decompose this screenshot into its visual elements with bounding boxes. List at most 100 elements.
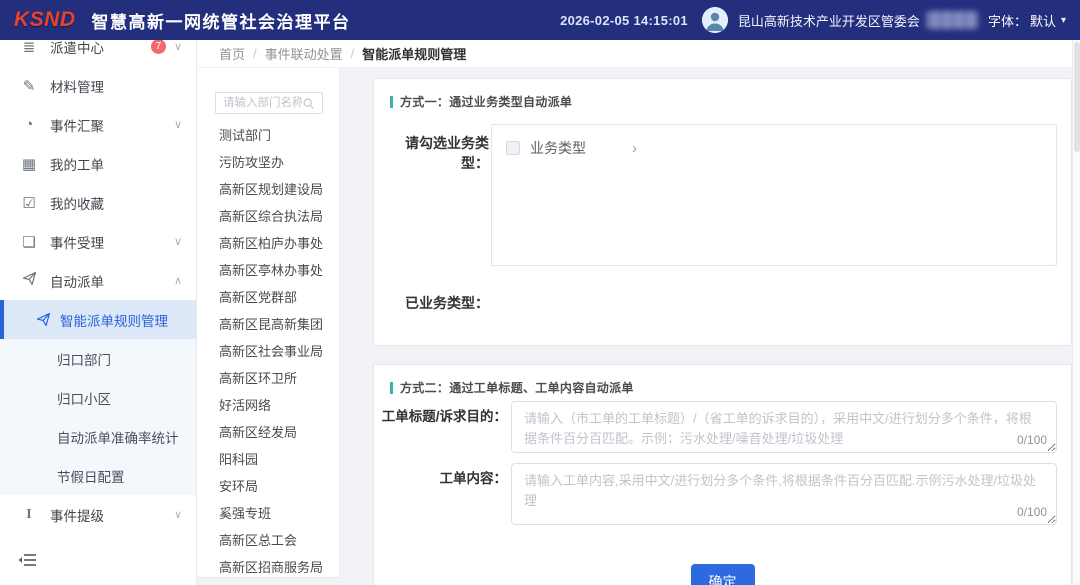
department-item[interactable]: 高新区党群部 [197,284,339,311]
sidebar: ≣ 派遣中心 7 ∨ ✎ 材料管理 ◔ 事件汇聚 ∨ ▦ 我的工单 ☑ 我的收藏… [0,40,197,585]
department-item[interactable]: 好活网络 [197,392,339,419]
department-item[interactable]: 阳科园 [197,446,339,473]
department-item[interactable]: 高新区总工会 [197,527,339,554]
paper-plane-icon [36,312,51,327]
method1-title: 方式一：通过业务类型自动派单 [400,93,572,110]
department-item[interactable]: 高新区环卫所 [197,365,339,392]
sidebar-item-materials[interactable]: ✎ 材料管理 [0,66,196,105]
chevron-down-icon: ▾ [1061,15,1066,26]
department-item[interactable]: 安环局 [197,473,339,500]
acceptance-copy-icon: ❏ [20,233,38,251]
header-right: 2026-02-05 14:15:01 昆山高新技术产业开发区管委会 字体： 默… [560,7,1066,33]
sidebar-item-my-favorites[interactable]: ☑ 我的收藏 [0,183,196,222]
department-item[interactable]: 高新区经发局 [197,419,339,446]
sidebar-item-label: 事件提级 [50,505,104,525]
department-search [215,92,323,114]
method1-header: 方式一：通过业务类型自动派单 [390,93,572,110]
department-item[interactable]: 测试部门 [197,122,339,149]
user-name: 昆山高新技术产业开发区管委会 [738,11,920,30]
chevron-down-icon: ∨ [174,508,182,521]
method2-header: 方式二：通过工单标题、工单内容自动派单 [390,379,634,396]
chevron-down-icon: ∨ [174,235,182,248]
department-item[interactable]: 奚强专班 [197,500,339,527]
app-title: 智慧高新一网统管社会治理平台 [92,8,351,33]
collapse-sidebar-button[interactable] [0,552,196,573]
sidebar-item-my-workorders[interactable]: ▦ 我的工单 [0,144,196,183]
page-scrollbar[interactable] [1072,40,1080,585]
sidebar-item-holiday-config[interactable]: 节假日配置 [0,456,196,495]
sidebar-item-label: 归口部门 [57,349,111,369]
sidebar-item-label: 节假日配置 [57,466,125,486]
chevron-right-icon[interactable]: › [632,140,637,157]
breadcrumb: 首页 / 事件联动处置 / 智能派单规则管理 [197,40,1080,68]
event-pool-icon: ◔ [20,116,38,133]
collapse-menu-icon [18,552,38,573]
sidebar-item-event-aggregation[interactable]: ◔ 事件汇聚 ∨ [0,105,196,144]
sidebar-item-label: 我的工单 [50,154,104,174]
search-icon [302,97,318,110]
department-item-clipped[interactable]: 高新区 [197,581,339,585]
department-item[interactable]: 高新区昆高新集团 [197,311,339,338]
tree-node-business-type[interactable]: 业务类型 › [492,125,1056,171]
department-item[interactable]: 高新区规划建设局 [197,176,339,203]
confirm-button[interactable]: 确定 [691,564,755,585]
sidebar-item-label: 派遣中心 [50,40,104,57]
sidebar-item-label: 自动派单准确率统计 [57,427,179,447]
sidebar-item-community-mapping[interactable]: 归口小区 [0,378,196,417]
business-type-tree: 业务类型 › [491,124,1057,266]
checkbox-icon[interactable] [506,141,520,155]
sidebar-item-auto-dispatch[interactable]: 自动派单 ∧ [0,261,196,300]
sidebar-item-label: 自动派单 [50,271,104,291]
favorites-check-icon: ☑ [20,194,38,212]
department-list: 测试部门 污防攻坚办 高新区规划建设局 高新区综合执法局 高新区柏庐办事处 高新… [197,122,339,585]
sidebar-item-smart-dispatch-rules[interactable]: 智能派单规则管理 [0,300,196,339]
method2-title: 方式二：通过工单标题、工单内容自动派单 [400,379,634,396]
breadcrumb-event-linkage[interactable]: 事件联动处置 [265,44,343,63]
sidebar-item-label: 事件受理 [50,232,104,252]
sidebar-item-event-acceptance[interactable]: ❏ 事件受理 ∨ [0,222,196,261]
paper-plane-icon [20,271,38,290]
workorder-content-label: 工单内容： [374,467,507,487]
notification-badge: 7 [151,40,166,54]
breadcrumb-separator: / [351,46,355,61]
department-item[interactable]: 高新区社会事业局 [197,338,339,365]
department-item[interactable]: 高新区柏庐办事处 [197,230,339,257]
sidebar-item-label: 材料管理 [50,76,104,96]
department-item[interactable]: 高新区招商服务局 [197,554,339,581]
auto-dispatch-submenu: 智能派单规则管理 归口部门 归口小区 自动派单准确率统计 节假日配置 [0,300,196,495]
sidebar-item-dispatch-accuracy-stats[interactable]: 自动派单准确率统计 [0,417,196,456]
sidebar-item-label: 我的收藏 [50,193,104,213]
department-search-input[interactable] [216,93,302,113]
sidebar-item-event-escalation[interactable]: I 事件提级 ∨ [0,495,196,534]
method2-card: 方式二：通过工单标题、工单内容自动派单 工单标题/诉求目的： 0/100 工单内… [373,364,1072,585]
sidebar-item-dispatch-center[interactable]: ≣ 派遣中心 7 ∨ [0,40,196,66]
chevron-up-icon: ∧ [174,274,182,287]
sidebar-item-dept-mapping[interactable]: 归口部门 [0,339,196,378]
department-panel: 测试部门 污防攻坚办 高新区规划建设局 高新区综合执法局 高新区柏庐办事处 高新… [197,68,340,578]
workorder-grid-icon: ▦ [20,155,38,173]
accent-bar [390,96,393,108]
department-item[interactable]: 高新区亭林办事处 [197,257,339,284]
breadcrumb-current-page: 智能派单规则管理 [362,44,466,63]
selected-business-type-label: 已业务类型： [379,293,489,313]
font-value: 默认 [1030,11,1056,30]
sidebar-item-label: 智能派单规则管理 [60,310,168,330]
breadcrumb-separator: / [253,46,257,61]
main-content: 测试部门 污防攻坚办 高新区规划建设局 高新区综合执法局 高新区柏庐办事处 高新… [197,68,1080,585]
dispatch-center-icon: ≣ [20,40,38,56]
department-item[interactable]: 高新区综合执法局 [197,203,339,230]
header-datetime: 2026-02-05 14:15:01 [560,13,688,28]
sidebar-item-label: 事件汇聚 [50,115,104,135]
breadcrumb-home[interactable]: 首页 [219,44,245,63]
font-selector[interactable]: 字体： 默认 ▾ [988,11,1066,30]
top-header: KSND 智慧高新一网统管社会治理平台 2026-02-05 14:15:01 … [0,0,1080,40]
sidebar-item-label: 归口小区 [57,388,111,408]
workorder-title-textarea[interactable] [511,401,1057,453]
department-item[interactable]: 污防攻坚办 [197,149,339,176]
user-avatar-icon[interactable] [702,7,728,33]
workorder-content-textarea[interactable] [511,463,1057,525]
workorder-content-field: 0/100 [511,463,1057,525]
scrollbar-thumb[interactable] [1074,42,1080,152]
escalation-ibeam-icon: I [20,507,38,523]
chevron-down-icon: ∨ [174,118,182,131]
